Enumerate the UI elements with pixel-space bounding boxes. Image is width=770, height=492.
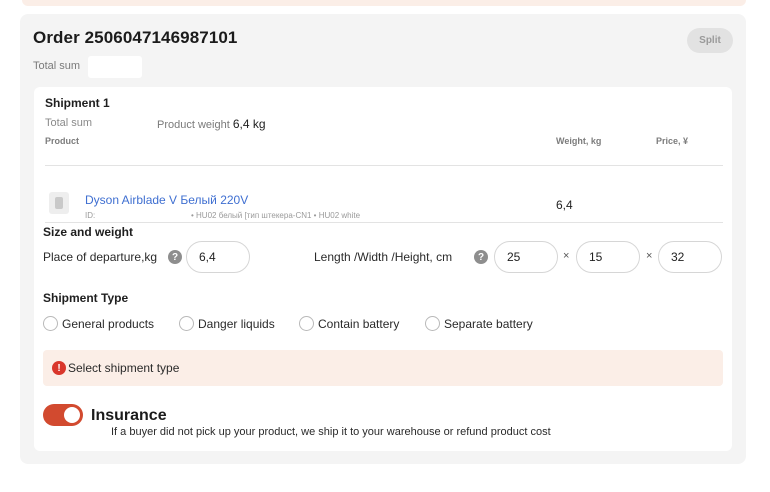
radio-label: Separate battery bbox=[444, 316, 533, 331]
table-header-divider bbox=[45, 165, 723, 166]
order-total-label: Total sum bbox=[33, 60, 81, 72]
toggle-knob bbox=[64, 407, 80, 423]
shipment-type-option-danger-liquids[interactable]: Danger liquids bbox=[179, 316, 275, 331]
shipment-type-title: Shipment Type bbox=[43, 291, 129, 305]
size-weight-title: Size and weight bbox=[43, 225, 134, 239]
error-icon: ! bbox=[52, 361, 66, 375]
dimension-separator: × bbox=[563, 250, 570, 262]
radio-label: General products bbox=[62, 316, 155, 331]
shipment-title: Shipment 1 bbox=[45, 96, 110, 110]
radio-label: Contain battery bbox=[318, 316, 400, 331]
product-weight-cell: 6,4 bbox=[556, 198, 573, 212]
length-input[interactable]: 25 bbox=[494, 241, 558, 273]
alert-text: Select shipment type bbox=[68, 361, 180, 375]
product-weight-label: Product weight bbox=[157, 119, 230, 131]
previous-card-edge bbox=[22, 0, 746, 6]
dimensions-label: Length /Width /Height, cm bbox=[314, 250, 453, 264]
insurance-toggle[interactable] bbox=[43, 404, 83, 426]
dimension-separator: × bbox=[646, 250, 653, 262]
departure-weight-input[interactable]: 6,4 bbox=[186, 241, 250, 273]
height-input[interactable]: 32 bbox=[658, 241, 722, 273]
product-variant: • HU02 белый [тип штекера-CN1 • HU02 whi… bbox=[191, 211, 361, 220]
table-row-divider bbox=[45, 222, 723, 223]
product-weight-value: 6,4 kg bbox=[232, 117, 266, 131]
departure-help-icon[interactable]: ? bbox=[168, 250, 182, 264]
product-name-link[interactable]: Dyson Airblade V Белый 220V bbox=[85, 193, 248, 207]
departure-weight-label: Place of departure,kg bbox=[43, 250, 158, 264]
split-button[interactable]: Split bbox=[687, 28, 733, 53]
order-title: Order 2506047146987101 bbox=[33, 28, 238, 47]
shipment-type-option-separate-battery[interactable]: Separate battery bbox=[425, 316, 533, 331]
dimensions-help-icon[interactable]: ? bbox=[474, 250, 488, 264]
radio-circle[interactable] bbox=[425, 316, 440, 331]
shipment-type-option-general[interactable]: General products bbox=[43, 316, 154, 331]
insurance-description: If a buyer did not pick up your product,… bbox=[111, 426, 551, 438]
product-weight: Product weight 6,4 kg bbox=[157, 117, 266, 131]
radio-circle[interactable] bbox=[43, 316, 58, 331]
product-id-label: ID: bbox=[85, 211, 96, 220]
order-card: Order 2506047146987101 Total sum Split S… bbox=[20, 14, 746, 464]
column-header-price: Price, ¥ bbox=[656, 136, 689, 146]
radio-label: Danger liquids bbox=[198, 316, 275, 331]
radio-circle[interactable] bbox=[299, 316, 314, 331]
width-input[interactable]: 15 bbox=[576, 241, 640, 273]
product-thumbnail-icon bbox=[49, 192, 69, 214]
order-total-value bbox=[88, 56, 142, 78]
shipment-total-label: Total sum bbox=[45, 117, 93, 129]
shipment-type-alert: ! Select shipment type bbox=[43, 350, 723, 386]
column-header-weight: Weight, kg bbox=[556, 136, 602, 146]
insurance-title: Insurance bbox=[91, 407, 167, 424]
shipment-type-option-contain-battery[interactable]: Contain battery bbox=[299, 316, 399, 331]
radio-circle[interactable] bbox=[179, 316, 194, 331]
column-header-product: Product bbox=[45, 136, 80, 146]
